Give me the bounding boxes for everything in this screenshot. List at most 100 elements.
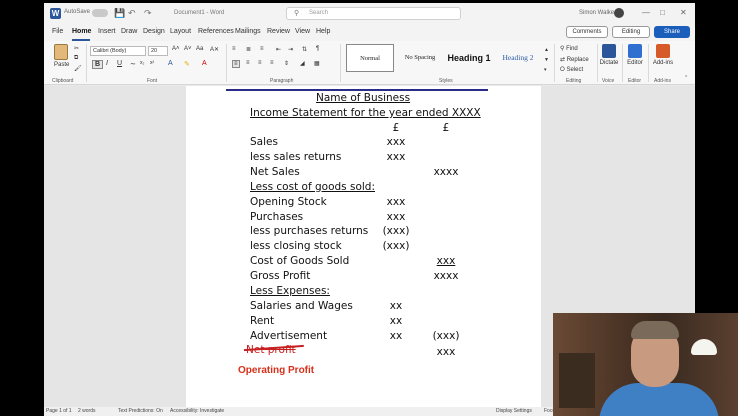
autosave-label: AutoSave [64,9,91,15]
font-name-select[interactable]: Calibri (Body) [90,46,146,56]
paste-icon[interactable] [54,44,68,60]
select-icon: ⭘ [560,67,565,73]
tab-layout[interactable]: Layout [170,28,191,35]
paste-label[interactable]: Paste [54,62,69,68]
save-icon[interactable]: 💾 [114,8,125,19]
editor-group-label: Editor [628,78,642,84]
subscript-button[interactable]: x₂ [140,60,144,66]
multilevel-list-icon[interactable]: ≡ [260,46,264,52]
format-painter-icon[interactable]: 🖌 [74,65,82,72]
display-settings-button[interactable]: Display Settings [496,408,532,414]
ribbon-divider [340,44,341,82]
tab-review[interactable]: Review [267,28,290,35]
row-label: Opening Stock [250,195,327,208]
styles-scroll-up-icon[interactable]: ▲ [544,47,549,53]
tab-view[interactable]: View [295,28,310,35]
increase-indent-icon[interactable]: ⇥ [288,46,293,53]
borders-icon[interactable]: ▦ [314,60,320,67]
change-case-icon[interactable]: Aa [196,46,203,52]
select-button[interactable]: ⭘ Select [560,67,583,74]
menu-bar: File Home Insert Draw Design Layout Refe… [44,24,695,41]
row-label: Less Expenses: [250,285,330,297]
cut-icon[interactable]: ✂ [74,45,79,52]
comments-button[interactable]: Comments [566,26,608,38]
dictate-button[interactable]: Dictate [599,44,619,66]
row-value-col1: xx [389,299,403,312]
share-button[interactable]: Share [654,26,690,38]
addins-group-label: Add-ins [654,78,671,84]
font-size-select[interactable]: 20 [148,46,168,56]
sort-icon[interactable]: ⇅ [302,46,307,53]
editor-button[interactable]: Editor [624,44,646,66]
paragraph-group-label: Paragraph [270,78,294,84]
text-effects-icon[interactable]: A [168,60,173,67]
editing-mode-button[interactable]: Editing [612,26,650,38]
page-count[interactable]: Page 1 of 1 [46,408,72,414]
autosave-toggle[interactable] [92,9,108,17]
line-spacing-icon[interactable]: ⇕ [284,60,289,67]
tab-help[interactable]: Help [316,28,330,35]
tab-file[interactable]: File [52,28,63,35]
search-box[interactable]: ⚲ Search [286,7,461,20]
style-normal[interactable]: Normal [346,44,394,72]
bullets-icon[interactable]: ≡ [232,46,236,52]
clear-formatting-icon[interactable]: A✕ [210,46,219,53]
font-color-icon[interactable]: A [202,60,207,67]
copy-icon[interactable]: ⧉ [74,55,78,62]
editing-group-label: Editing [566,78,582,84]
style-no-spacing[interactable]: No Spacing [398,44,442,72]
accessibility-status[interactable]: Accessibility: Investigate [170,408,224,414]
bold-button[interactable]: B [92,60,104,69]
find-button[interactable]: ⚲ Find [560,45,578,52]
grow-font-icon[interactable]: A˄ [172,46,180,52]
shading-icon[interactable]: ◢ [300,60,305,67]
addins-button[interactable]: Add-ins [650,44,676,66]
show-formatting-icon[interactable]: ¶ [316,46,319,52]
tab-insert[interactable]: Insert [98,28,116,35]
style-heading-2[interactable]: Heading 2 [496,44,540,72]
tab-mailings[interactable]: Mailings [235,28,261,35]
decrease-indent-icon[interactable]: ⇤ [276,46,281,53]
operating-profit-annotation: Operating Profit [238,365,315,376]
justify-icon[interactable]: ≡ [270,60,274,66]
row-label: Net Sales [250,165,300,178]
tab-draw[interactable]: Draw [121,28,137,35]
numbering-icon[interactable]: ≣ [246,46,251,53]
undo-icon[interactable]: ↶ [128,8,136,19]
shrink-font-icon[interactable]: A˅ [184,46,192,52]
style-heading-1[interactable]: Heading 1 [444,44,494,72]
underline-button[interactable]: U [117,60,122,67]
close-icon[interactable]: ✕ [680,8,687,17]
strikethrough-button[interactable]: ∼ [130,60,136,68]
row-label: Advertisement [250,329,328,342]
top-rule [226,89,488,91]
tab-home[interactable]: Home [72,28,91,35]
align-right-icon[interactable]: ≡ [258,60,262,66]
tab-references[interactable]: References [198,28,234,35]
minimize-icon[interactable]: — [642,8,650,17]
select-label: Select [566,67,584,73]
align-left-icon[interactable]: ≡ [232,60,240,68]
currency-header-col2: £ [442,122,450,134]
avatar[interactable] [614,8,624,18]
superscript-button[interactable]: x² [150,60,154,66]
text-predictions-status[interactable]: Text Predictions: On [118,408,163,414]
document-page[interactable]: Name of Business Income Statement for th… [186,86,541,407]
italic-button[interactable]: I [106,60,108,67]
maximize-icon[interactable]: □ [660,8,665,17]
styles-expand-icon[interactable]: ▾ [544,67,547,73]
word-count[interactable]: 2 words [78,408,96,414]
styles-scroll-down-icon[interactable]: ▼ [544,57,549,63]
redo-icon[interactable]: ↷ [144,8,152,19]
replace-button[interactable]: ⇄ Replace [560,56,589,63]
screen: W AutoSave 💾 ↶ ↷ Document1 - Word ⚲ Sear… [0,0,738,416]
tab-design[interactable]: Design [143,28,165,35]
ribbon-divider [597,44,598,82]
align-center-icon[interactable]: ≡ [246,60,250,66]
net-profit-value: xxx [436,346,456,358]
highlight-icon[interactable]: ✎ [184,60,190,68]
row-value-col1: xxx [386,195,406,208]
search-icon: ⚲ [294,10,300,17]
collapse-ribbon-icon[interactable]: ⌃ [684,75,688,81]
currency-header-col1: £ [392,122,400,134]
